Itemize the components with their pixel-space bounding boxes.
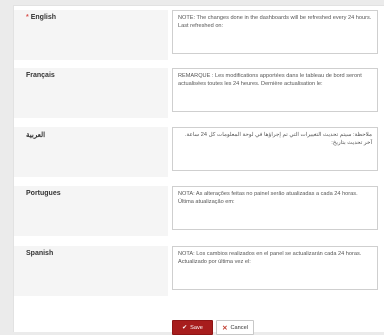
close-icon: ✕ [222,324,228,332]
save-button[interactable]: ✔ Save [172,320,213,335]
translation-form-panel: * English NOTE: The changes done in the d… [13,5,384,335]
english-textarea[interactable]: NOTE: The changes done in the dashboards… [172,10,378,54]
check-icon: ✔ [182,325,188,331]
field-label-english: * English [26,14,57,21]
save-label: Save [190,324,203,331]
cancel-button[interactable]: ✕ Cancel [216,320,254,335]
label-cell: Français [14,68,168,118]
field-label-arabic: العربية [26,132,46,139]
label-cell: Spanish [14,246,168,296]
francais-textarea[interactable]: REMARQUE : Les modifications apportées d… [172,68,378,112]
field-label-portugues: Portugues [26,190,61,197]
field-row-portugues: Portugues NOTA: As alterações feitas no … [14,186,384,236]
portugues-textarea[interactable]: NOTA: As alterações feitas no painel ser… [172,186,378,230]
required-marker: * [26,14,29,21]
field-row-arabic: العربية ملاحظة: سيتم تحديث التغييرات الت… [14,127,384,177]
spanish-textarea[interactable]: NOTA: Los cambios realizados en el panel… [172,246,378,290]
field-row-francais: Français REMARQUE : Les modifications ap… [14,68,384,118]
label-cell: Portugues [14,186,168,236]
label-cell: العربية [14,127,168,177]
arabic-textarea[interactable]: ملاحظة: سيتم تحديث التغييرات التي تم إجر… [172,127,378,171]
field-label-francais: Français [26,72,55,79]
cancel-label: Cancel [230,324,248,331]
label-cell: * English [14,10,168,60]
field-row-english: * English NOTE: The changes done in the d… [14,10,384,60]
field-label-spanish: Spanish [26,250,54,257]
field-row-spanish: Spanish NOTA: Los cambios realizados en … [14,246,384,296]
